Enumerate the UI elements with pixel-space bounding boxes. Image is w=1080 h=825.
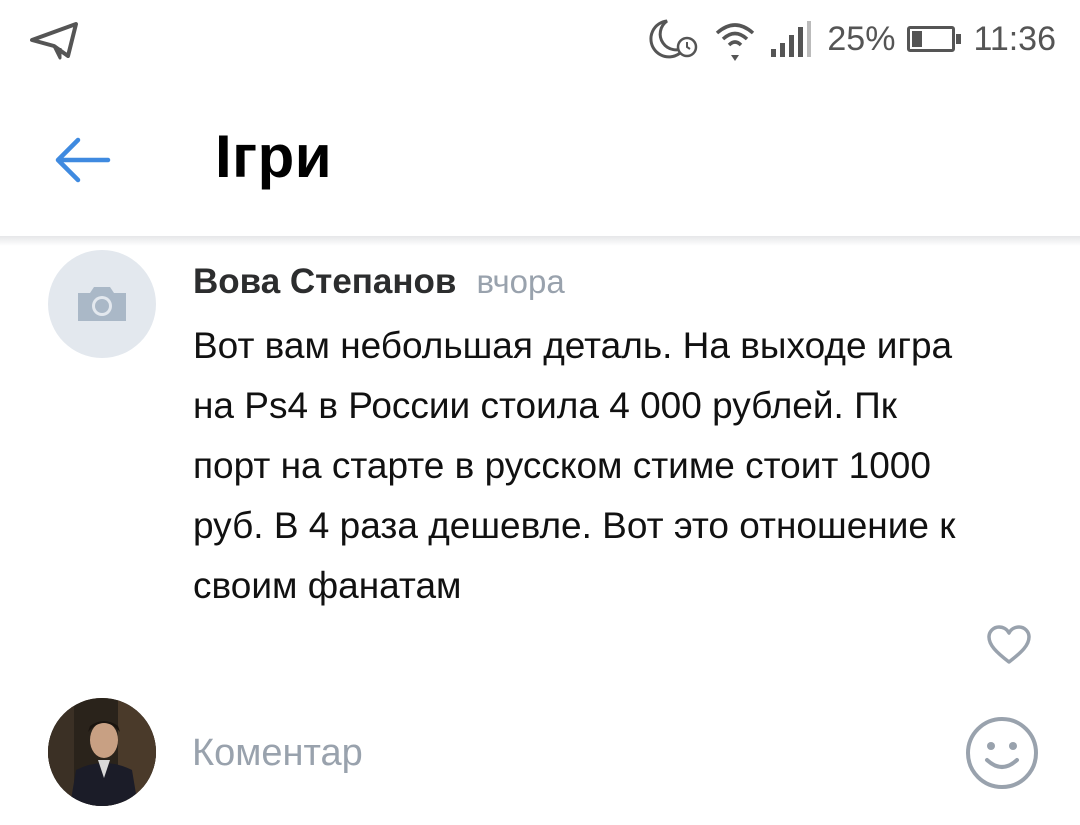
comment-input[interactable] <box>192 725 932 781</box>
camera-icon <box>78 287 126 321</box>
status-bar: 25% 11:36 <box>0 0 1080 80</box>
user-avatar[interactable] <box>48 698 156 806</box>
header-divider <box>0 236 1080 246</box>
wifi-icon <box>716 23 755 61</box>
telegram-icon <box>30 22 78 60</box>
user-photo <box>48 698 156 806</box>
comment-text: Вот вам небольшая деталь. На выходе игра… <box>193 325 956 606</box>
arrow-left-icon[interactable] <box>50 128 114 192</box>
commenter-avatar[interactable] <box>48 250 156 358</box>
comment-header: Вова Степанов вчора <box>193 262 993 308</box>
night-alarm-icon <box>649 19 698 59</box>
comment-time: вчора <box>476 263 565 300</box>
header: Ігри <box>0 80 1080 240</box>
signal-icon <box>771 21 812 57</box>
heart-icon[interactable] <box>986 624 1032 666</box>
status-icons: 25% 11:36 <box>645 14 1056 64</box>
clock: 11:36 <box>973 19 1056 58</box>
battery-icon <box>907 26 962 52</box>
comment-author[interactable]: Вова Степанов <box>193 262 456 302</box>
page-title: Ігри <box>215 123 333 190</box>
comment: Вова Степанов вчора Вот вам небольшая де… <box>193 262 993 616</box>
battery-percent: 25% <box>827 19 896 58</box>
smiley-icon[interactable] <box>963 714 1041 792</box>
